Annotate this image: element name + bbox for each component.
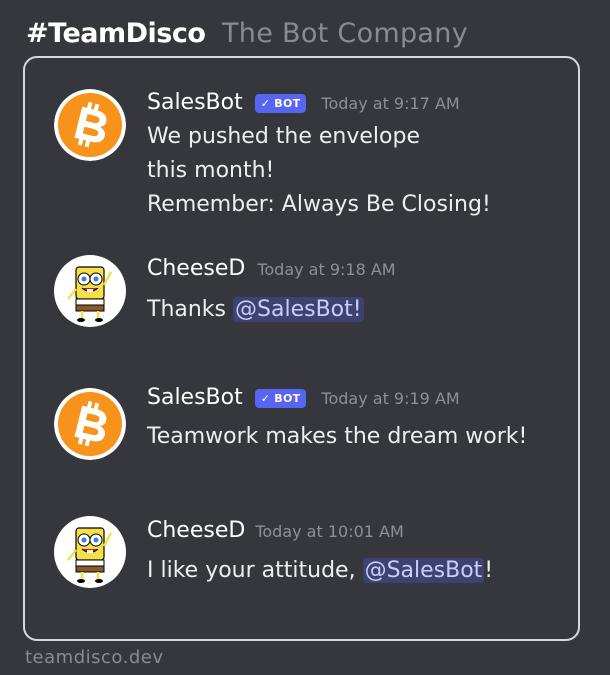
footer-domain: teamdisco.dev bbox=[25, 647, 164, 668]
timestamp: Today at 10:01 AM bbox=[255, 521, 404, 541]
message-body: Teamwork makes the dream work! bbox=[147, 420, 527, 454]
message-header: SalesBot ✓ BOT Today at 9:19 AM bbox=[147, 384, 460, 412]
message-body: We pushed the envelope this month! Remem… bbox=[147, 120, 491, 222]
username[interactable]: SalesBot bbox=[147, 384, 243, 412]
bot-badge-label: BOT bbox=[274, 391, 301, 405]
brand-tagline: The Bot Company bbox=[222, 18, 468, 49]
message-line: Remember: Always Be Closing! bbox=[147, 192, 491, 217]
check-icon: ✓ bbox=[260, 391, 271, 405]
message-header: SalesBot ✓ BOT Today at 9:17 AM bbox=[147, 89, 460, 117]
spongebob-avatar[interactable] bbox=[54, 255, 126, 327]
message-line: Teamwork makes the dream work! bbox=[147, 424, 528, 449]
message-text: ! bbox=[484, 558, 494, 583]
message-line: We pushed the envelope bbox=[147, 124, 421, 149]
bot-badge-label: BOT bbox=[274, 96, 301, 110]
message-line: this month! bbox=[147, 158, 275, 183]
username[interactable]: SalesBot bbox=[147, 89, 243, 117]
user-mention[interactable]: @SalesBot bbox=[362, 558, 485, 583]
bot-badge: ✓ BOT bbox=[254, 388, 307, 408]
timestamp: Today at 9:17 AM bbox=[321, 93, 460, 113]
bot-badge: ✓ BOT bbox=[254, 93, 307, 113]
message-body: I like your attitude, @SalesBot! bbox=[147, 554, 493, 588]
page-header: #TeamDisco The Bot Company bbox=[26, 14, 468, 54]
message-text: Thanks bbox=[147, 297, 234, 322]
timestamp: Today at 9:19 AM bbox=[321, 388, 460, 408]
username[interactable]: CheeseD bbox=[147, 517, 245, 545]
timestamp: Today at 9:18 AM bbox=[257, 259, 396, 279]
brand-title: #TeamDisco bbox=[26, 18, 206, 49]
user-mention[interactable]: @SalesBot! bbox=[233, 297, 364, 322]
message-header: CheeseD Today at 10:01 AM bbox=[147, 517, 404, 545]
message-body: Thanks @SalesBot! bbox=[147, 293, 364, 327]
bitcoin-icon[interactable] bbox=[54, 388, 126, 460]
spongebob-avatar[interactable] bbox=[54, 516, 126, 588]
message-header: CheeseD Today at 9:18 AM bbox=[147, 255, 396, 283]
message-text: I like your attitude, bbox=[147, 558, 363, 583]
bitcoin-icon[interactable] bbox=[54, 89, 126, 161]
username[interactable]: CheeseD bbox=[147, 255, 245, 283]
check-icon: ✓ bbox=[260, 96, 271, 110]
